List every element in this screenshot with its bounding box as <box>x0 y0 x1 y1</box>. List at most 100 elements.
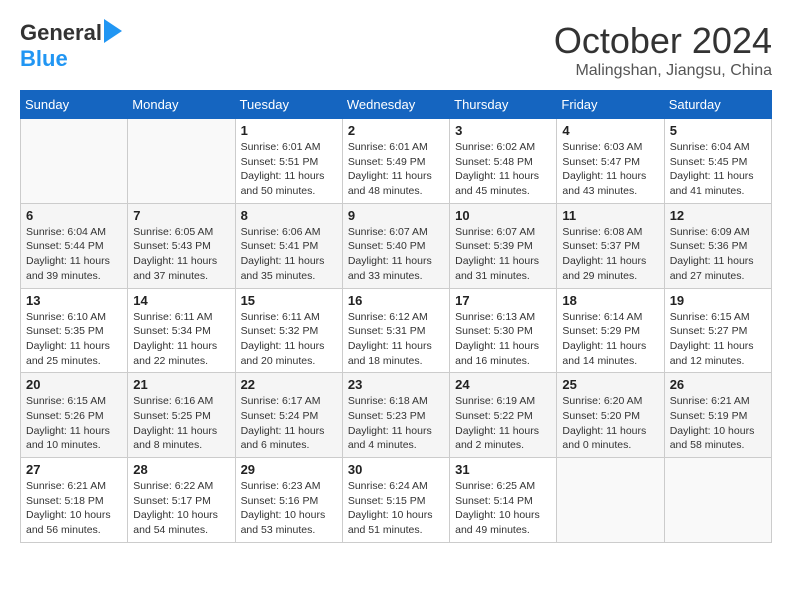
day-number: 7 <box>133 208 229 223</box>
calendar-cell <box>21 119 128 204</box>
calendar-cell: 6 Sunrise: 6:04 AM Sunset: 5:44 PM Daylig… <box>21 203 128 288</box>
day-of-week-header: Sunday <box>21 91 128 119</box>
calendar-cell: 20 Sunrise: 6:15 AM Sunset: 5:26 PM Dayli… <box>21 373 128 458</box>
calendar-header-row: SundayMondayTuesdayWednesdayThursdayFrid… <box>21 91 772 119</box>
calendar-week-row: 13Sunrise: 6:10 AM Sunset: 5:35 PM Dayli… <box>21 288 772 373</box>
day-of-week-header: Thursday <box>450 91 557 119</box>
calendar-week-row: 20 Sunrise: 6:15 AM Sunset: 5:26 PM Dayli… <box>21 373 772 458</box>
day-number: 12 <box>670 208 766 223</box>
day-number: 18 <box>562 293 658 308</box>
calendar-cell: 5 Sunrise: 6:04 AM Sunset: 5:45 PM Daylig… <box>664 119 771 204</box>
day-info: Sunrise: 6:22 AM Sunset: 5:17 PM Dayligh… <box>133 479 229 538</box>
calendar-week-row: 6 Sunrise: 6:04 AM Sunset: 5:44 PM Daylig… <box>21 203 772 288</box>
day-info: Sunrise: 6:18 AM Sunset: 5:23 PM Dayligh… <box>348 394 444 453</box>
day-of-week-header: Saturday <box>664 91 771 119</box>
day-info: Sunrise: 6:21 AM Sunset: 5:19 PM Dayligh… <box>670 394 766 453</box>
day-info: Sunrise: 6:04 AM Sunset: 5:44 PM Dayligh… <box>26 225 122 284</box>
day-number: 20 <box>26 377 122 392</box>
logo-arrow-icon <box>104 19 122 43</box>
day-info: Sunrise: 6:04 AM Sunset: 5:45 PM Dayligh… <box>670 140 766 199</box>
day-number: 9 <box>348 208 444 223</box>
calendar-cell: 15 Sunrise: 6:11 AM Sunset: 5:32 PM Dayli… <box>235 288 342 373</box>
day-number: 11 <box>562 208 658 223</box>
calendar-cell: 25 Sunrise: 6:20 AM Sunset: 5:20 PM Dayli… <box>557 373 664 458</box>
calendar-cell: 12 Sunrise: 6:09 AM Sunset: 5:36 PM Dayli… <box>664 203 771 288</box>
calendar-cell: 26 Sunrise: 6:21 AM Sunset: 5:19 PM Dayli… <box>664 373 771 458</box>
calendar-cell: 31 Sunrise: 6:25 AM Sunset: 5:14 PM Dayli… <box>450 458 557 543</box>
day-info: Sunrise: 6:10 AM Sunset: 5:35 PM Dayligh… <box>26 310 122 369</box>
day-number: 3 <box>455 123 551 138</box>
day-info: Sunrise: 6:06 AM Sunset: 5:41 PM Dayligh… <box>241 225 337 284</box>
calendar-cell: 11 Sunrise: 6:08 AM Sunset: 5:37 PM Dayli… <box>557 203 664 288</box>
calendar-cell: 17 Sunrise: 6:13 AM Sunset: 5:30 PM Dayli… <box>450 288 557 373</box>
logo-general-text: General <box>20 20 102 46</box>
day-number: 10 <box>455 208 551 223</box>
calendar-cell: 18 Sunrise: 6:14 AM Sunset: 5:29 PM Dayli… <box>557 288 664 373</box>
day-number: 4 <box>562 123 658 138</box>
day-number: 14 <box>133 293 229 308</box>
calendar-cell: 2 Sunrise: 6:01 AM Sunset: 5:49 PM Daylig… <box>342 119 449 204</box>
day-number: 17 <box>455 293 551 308</box>
day-number: 6 <box>26 208 122 223</box>
logo: General Blue <box>20 20 122 72</box>
day-number: 26 <box>670 377 766 392</box>
day-info: Sunrise: 6:15 AM Sunset: 5:26 PM Dayligh… <box>26 394 122 453</box>
calendar-cell: 3 Sunrise: 6:02 AM Sunset: 5:48 PM Daylig… <box>450 119 557 204</box>
day-info: Sunrise: 6:11 AM Sunset: 5:32 PM Dayligh… <box>241 310 337 369</box>
day-number: 23 <box>348 377 444 392</box>
page-header: General Blue October 2024 Malingshan, Ji… <box>20 20 772 80</box>
day-info: Sunrise: 6:19 AM Sunset: 5:22 PM Dayligh… <box>455 394 551 453</box>
day-info: Sunrise: 6:08 AM Sunset: 5:37 PM Dayligh… <box>562 225 658 284</box>
day-info: Sunrise: 6:01 AM Sunset: 5:49 PM Dayligh… <box>348 140 444 199</box>
day-info: Sunrise: 6:03 AM Sunset: 5:47 PM Dayligh… <box>562 140 658 199</box>
day-info: Sunrise: 6:20 AM Sunset: 5:20 PM Dayligh… <box>562 394 658 453</box>
day-number: 25 <box>562 377 658 392</box>
day-info: Sunrise: 6:11 AM Sunset: 5:34 PM Dayligh… <box>133 310 229 369</box>
day-info: Sunrise: 6:05 AM Sunset: 5:43 PM Dayligh… <box>133 225 229 284</box>
calendar-cell: 19 Sunrise: 6:15 AM Sunset: 5:27 PM Dayli… <box>664 288 771 373</box>
day-info: Sunrise: 6:09 AM Sunset: 5:36 PM Dayligh… <box>670 225 766 284</box>
day-info: Sunrise: 6:16 AM Sunset: 5:25 PM Dayligh… <box>133 394 229 453</box>
day-info: Sunrise: 6:14 AM Sunset: 5:29 PM Dayligh… <box>562 310 658 369</box>
day-of-week-header: Wednesday <box>342 91 449 119</box>
day-info: Sunrise: 6:23 AM Sunset: 5:16 PM Dayligh… <box>241 479 337 538</box>
calendar-cell <box>557 458 664 543</box>
calendar-cell: 10 Sunrise: 6:07 AM Sunset: 5:39 PM Dayli… <box>450 203 557 288</box>
day-info: Sunrise: 6:02 AM Sunset: 5:48 PM Dayligh… <box>455 140 551 199</box>
calendar-cell: 16Sunrise: 6:12 AM Sunset: 5:31 PM Dayli… <box>342 288 449 373</box>
day-info: Sunrise: 6:24 AM Sunset: 5:15 PM Dayligh… <box>348 479 444 538</box>
day-info: Sunrise: 6:25 AM Sunset: 5:14 PM Dayligh… <box>455 479 551 538</box>
calendar-cell <box>128 119 235 204</box>
day-number: 15 <box>241 293 337 308</box>
day-of-week-header: Monday <box>128 91 235 119</box>
day-of-week-header: Tuesday <box>235 91 342 119</box>
day-info: Sunrise: 6:07 AM Sunset: 5:39 PM Dayligh… <box>455 225 551 284</box>
calendar-cell: 14 Sunrise: 6:11 AM Sunset: 5:34 PM Dayli… <box>128 288 235 373</box>
calendar-cell: 21 Sunrise: 6:16 AM Sunset: 5:25 PM Dayli… <box>128 373 235 458</box>
day-number: 28 <box>133 462 229 477</box>
day-info: Sunrise: 6:07 AM Sunset: 5:40 PM Dayligh… <box>348 225 444 284</box>
logo-blue-text: Blue <box>20 46 68 72</box>
day-number: 19 <box>670 293 766 308</box>
calendar-week-row: 27Sunrise: 6:21 AM Sunset: 5:18 PM Dayli… <box>21 458 772 543</box>
day-info: Sunrise: 6:15 AM Sunset: 5:27 PM Dayligh… <box>670 310 766 369</box>
day-info: Sunrise: 6:13 AM Sunset: 5:30 PM Dayligh… <box>455 310 551 369</box>
day-number: 21 <box>133 377 229 392</box>
day-number: 31 <box>455 462 551 477</box>
location-text: Malingshan, Jiangsu, China <box>554 62 772 80</box>
calendar-week-row: 1Sunrise: 6:01 AM Sunset: 5:51 PM Daylig… <box>21 119 772 204</box>
day-number: 8 <box>241 208 337 223</box>
day-number: 29 <box>241 462 337 477</box>
calendar-cell <box>664 458 771 543</box>
day-of-week-header: Friday <box>557 91 664 119</box>
day-number: 30 <box>348 462 444 477</box>
calendar-cell: 22Sunrise: 6:17 AM Sunset: 5:24 PM Dayli… <box>235 373 342 458</box>
calendar-cell: 29 Sunrise: 6:23 AM Sunset: 5:16 PM Dayli… <box>235 458 342 543</box>
day-number: 2 <box>348 123 444 138</box>
calendar-cell: 4 Sunrise: 6:03 AM Sunset: 5:47 PM Daylig… <box>557 119 664 204</box>
calendar-cell: 13Sunrise: 6:10 AM Sunset: 5:35 PM Dayli… <box>21 288 128 373</box>
day-number: 5 <box>670 123 766 138</box>
calendar-cell: 7 Sunrise: 6:05 AM Sunset: 5:43 PM Daylig… <box>128 203 235 288</box>
calendar-cell: 30 Sunrise: 6:24 AM Sunset: 5:15 PM Dayli… <box>342 458 449 543</box>
calendar-cell: 24Sunrise: 6:19 AM Sunset: 5:22 PM Dayli… <box>450 373 557 458</box>
